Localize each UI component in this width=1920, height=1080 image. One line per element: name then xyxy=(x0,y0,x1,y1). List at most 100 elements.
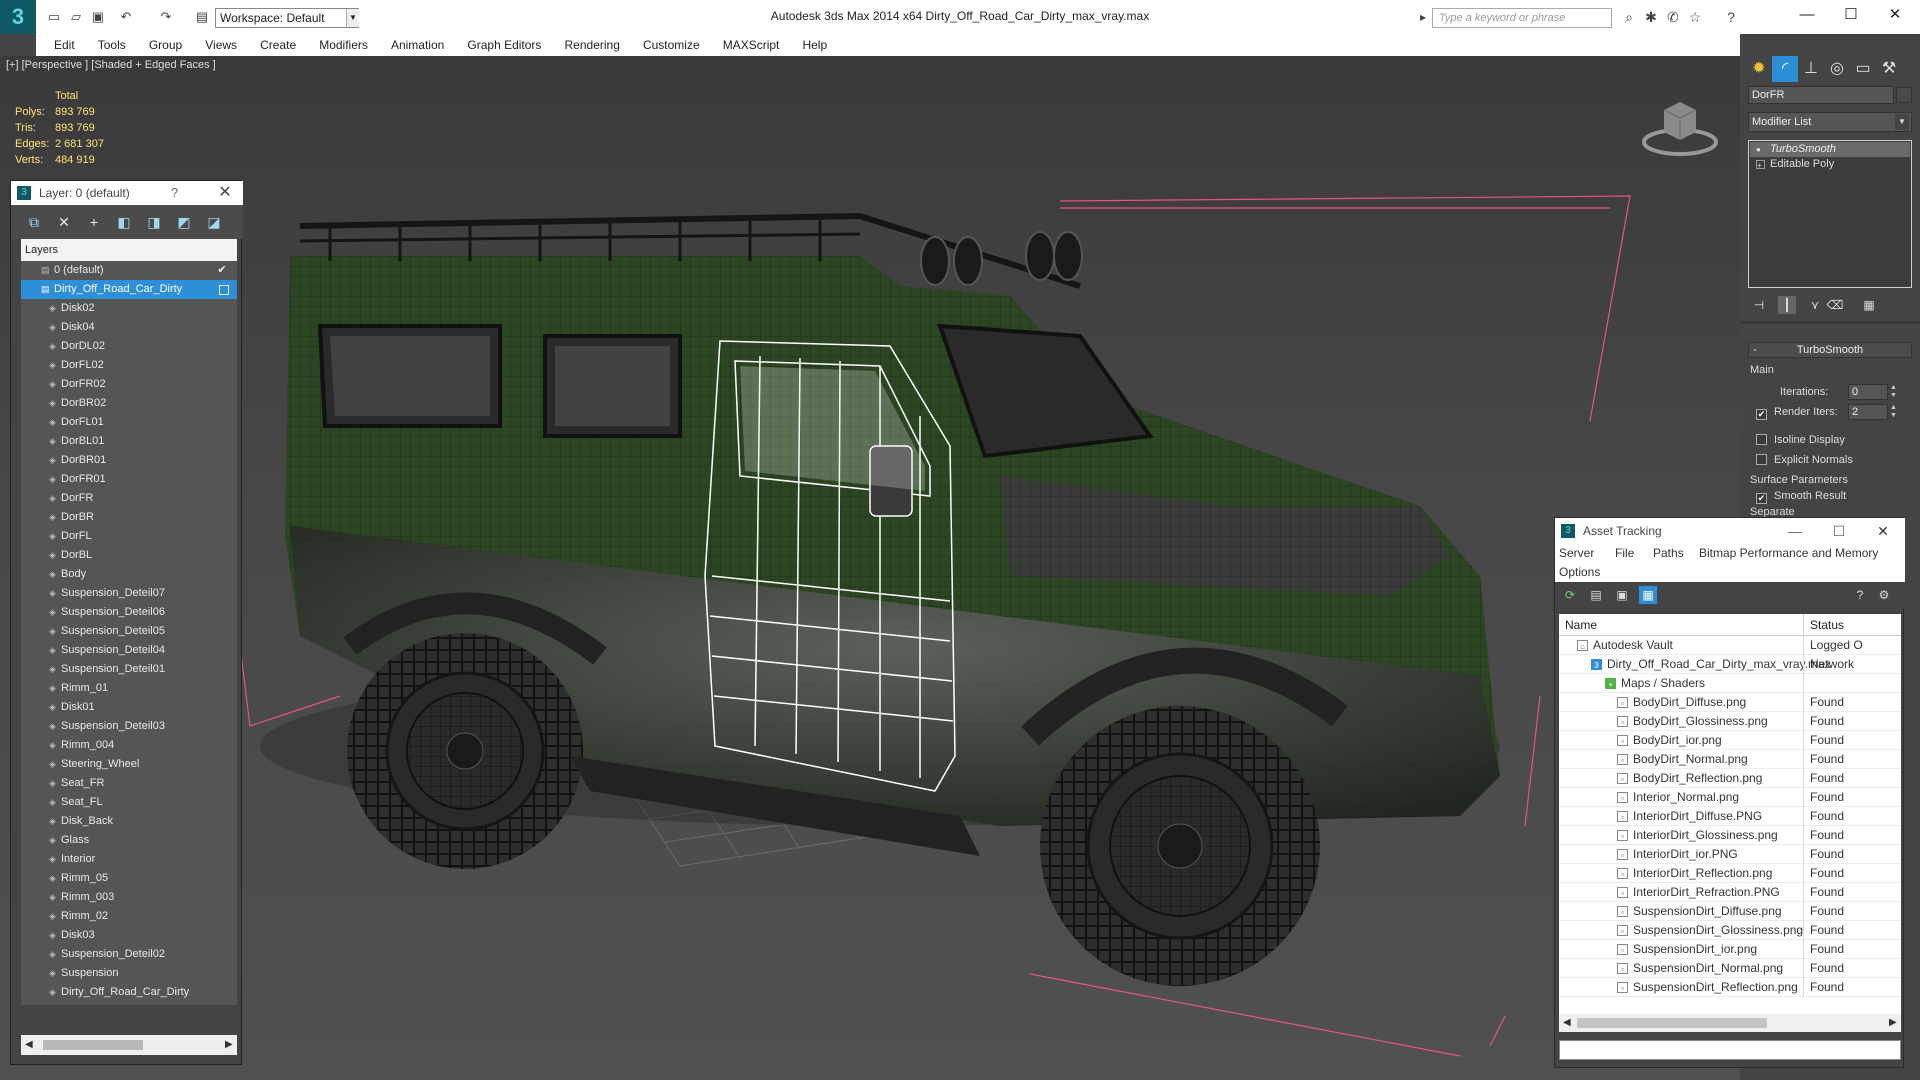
project-folder-icon[interactable]: ▤ xyxy=(194,9,210,25)
set-current-layer-box[interactable] xyxy=(219,285,229,295)
layer-object-row[interactable]: ◈ DorFR xyxy=(21,489,237,508)
menu-options[interactable]: Options xyxy=(1559,563,1600,582)
search-input[interactable]: Type a keyword or phrase xyxy=(1432,8,1612,28)
minimize-icon[interactable]: — xyxy=(1784,0,1830,30)
binoculars-icon[interactable]: ⌕ xyxy=(1620,8,1638,26)
menu-animation[interactable]: Animation xyxy=(381,34,454,56)
layer-object-row[interactable]: ◈ DorFL xyxy=(21,527,237,546)
layer-object-row[interactable]: ◈ Suspension_Deteil05 xyxy=(21,622,237,641)
scroll-right-icon[interactable]: ▶ xyxy=(225,1037,235,1053)
viewport-label[interactable]: [+] [Perspective ] [Shaded + Edged Faces… xyxy=(6,59,216,71)
open-file-icon[interactable]: ▱ xyxy=(68,9,84,25)
asset-row[interactable]: ▫ BodyDirt_ior.png Found xyxy=(1559,731,1901,750)
layer-row-default[interactable]: ▤ 0 (default) ✔ xyxy=(21,261,237,280)
undo-icon[interactable]: ↶ xyxy=(118,9,134,25)
layer-object-row[interactable]: ◈ Interior xyxy=(21,850,237,869)
pin-stack-icon[interactable]: ⊣ xyxy=(1750,296,1768,314)
asset-row[interactable]: ▫ InteriorDirt_Glossiness.png Found xyxy=(1559,826,1901,845)
maximize-icon[interactable]: ☐ xyxy=(1819,518,1859,544)
maximize-icon[interactable]: ☐ xyxy=(1828,0,1874,30)
stack-item-turbosmooth[interactable]: ● TurboSmooth xyxy=(1750,142,1910,157)
car-scene[interactable] xyxy=(0,56,1740,1080)
object-name-field[interactable]: DorFR xyxy=(1748,86,1894,104)
layer-object-row[interactable]: ◈ DorBR01 xyxy=(21,451,237,470)
layer-object-row[interactable]: ◈ DorFL02 xyxy=(21,356,237,375)
asset-path-field[interactable] xyxy=(1559,1040,1901,1060)
render-iters-toggle[interactable]: ✔ Render Iters: xyxy=(1756,406,1838,420)
help-icon[interactable]: ? xyxy=(1722,8,1740,26)
spinner-arrows-icon[interactable]: ▲ ▼ xyxy=(1890,404,1900,420)
column-status-header[interactable]: Status xyxy=(1803,614,1901,636)
layer-object-row[interactable]: ◈ Suspension xyxy=(21,964,237,983)
checkbox-checked-icon[interactable]: ✔ xyxy=(1756,409,1767,420)
menu-modifiers[interactable]: Modifiers xyxy=(309,34,378,56)
layer-object-row[interactable]: ◈ Suspension_Deteil04 xyxy=(21,641,237,660)
menu-edit[interactable]: Edit xyxy=(44,34,85,56)
menu-paths[interactable]: Paths xyxy=(1653,544,1684,563)
menu-server[interactable]: Server xyxy=(1559,544,1594,563)
help-icon[interactable]: ? xyxy=(1851,586,1869,604)
scroll-left-icon[interactable]: ◀ xyxy=(1563,1016,1571,1030)
layer-object-row[interactable]: ◈ Disk02 xyxy=(21,299,237,318)
app-logo-icon[interactable]: 3 xyxy=(0,0,36,34)
layers-column-header[interactable]: Layers xyxy=(21,239,237,261)
asset-row[interactable]: ▫ SuspensionDirt_Glossiness.png Found xyxy=(1559,921,1901,940)
layer-object-row[interactable]: ◈ DorDL02 xyxy=(21,337,237,356)
scroll-right-icon[interactable]: ▶ xyxy=(1889,1016,1897,1030)
layer-object-row[interactable]: ◈ Suspension_Deteil06 xyxy=(21,603,237,622)
asset-row[interactable]: ▪ Maps / Shaders xyxy=(1559,674,1901,693)
asset-table-scrollbar[interactable]: ◀ ▶ xyxy=(1559,1014,1901,1032)
object-color-swatch[interactable] xyxy=(1896,87,1912,103)
settings-icon[interactable]: ⚙ xyxy=(1875,586,1893,604)
layer-object-row[interactable]: ◈ DorFR01 xyxy=(21,470,237,489)
layer-object-row[interactable]: ◈ Dirty_Off_Road_Car_Dirty xyxy=(21,983,237,1002)
close-icon[interactable]: ✕ xyxy=(1863,518,1903,544)
layer-object-row[interactable]: ◈ DorBL xyxy=(21,546,237,565)
menu-maxscript[interactable]: MAXScript xyxy=(713,34,790,56)
checkbox-checked-icon[interactable]: ✔ xyxy=(1756,493,1767,504)
delete-layer-icon[interactable]: ✕ xyxy=(53,212,75,232)
help-icon[interactable]: ? xyxy=(171,181,191,205)
turbosmooth-rollout-header[interactable]: - TurboSmooth xyxy=(1748,342,1912,358)
stack-item-editable-poly[interactable]: + Editable Poly xyxy=(1750,157,1910,172)
layer-object-row[interactable]: ◈ Disk03 xyxy=(21,926,237,945)
thumbnail-view-icon[interactable]: ▣ xyxy=(1613,586,1631,604)
menu-tools[interactable]: Tools xyxy=(88,34,136,56)
layer-object-row[interactable]: ◈ Seat_FL xyxy=(21,793,237,812)
checkbox-icon[interactable] xyxy=(1756,454,1767,465)
layer-list-scrollbar[interactable]: ◀ ▶ xyxy=(21,1035,237,1055)
layer-object-row[interactable]: ◈ Rimm_02 xyxy=(21,907,237,926)
lightbulb-icon[interactable]: ● xyxy=(1756,145,1765,154)
refresh-icon[interactable]: ⟳ xyxy=(1561,586,1579,604)
hide-layers-icon[interactable]: ◩ xyxy=(173,212,195,232)
asset-row[interactable]: ▫ BodyDirt_Normal.png Found xyxy=(1559,750,1901,769)
layer-object-row[interactable]: ◈ Rimm_01 xyxy=(21,679,237,698)
subscription-icon[interactable]: ✱ xyxy=(1642,8,1660,26)
make-unique-icon[interactable]: ⋎ xyxy=(1806,296,1824,314)
asset-row[interactable]: ▫ SuspensionDirt_ior.png Found xyxy=(1559,940,1901,959)
collapse-icon[interactable]: - xyxy=(1753,343,1757,357)
layer-object-row[interactable]: ◈ Disk_Back xyxy=(21,812,237,831)
layer-object-row[interactable]: ◈ DorFL01 xyxy=(21,413,237,432)
menu-bitmap-performance[interactable]: Bitmap Performance and Memory xyxy=(1699,544,1878,563)
search-expand-icon[interactable]: ▶ xyxy=(1420,8,1432,28)
layer-object-row[interactable]: ◈ Rimm_05 xyxy=(21,869,237,888)
layer-object-row[interactable]: ◈ Body xyxy=(21,565,237,584)
redo-icon[interactable]: ↷ xyxy=(158,9,174,25)
iterations-spinner[interactable]: 0 xyxy=(1848,384,1888,400)
smooth-result-toggle[interactable]: ✔ Smooth Result xyxy=(1756,490,1846,504)
layer-object-row[interactable]: ◈ DorBR xyxy=(21,508,237,527)
new-file-icon[interactable]: ▭ xyxy=(46,9,62,25)
scroll-left-icon[interactable]: ◀ xyxy=(25,1037,35,1053)
workspace-dropdown[interactable]: Workspace: Default xyxy=(215,8,359,28)
save-file-icon[interactable]: ▣ xyxy=(90,9,106,25)
menu-graph-editors[interactable]: Graph Editors xyxy=(457,34,551,56)
layer-object-row[interactable]: ◈ Suspension_Deteil01 xyxy=(21,660,237,679)
menu-create[interactable]: Create xyxy=(250,34,306,56)
checkbox-icon[interactable] xyxy=(1756,434,1767,445)
chevron-down-icon[interactable]: ▼ xyxy=(1895,114,1909,130)
configure-sets-icon[interactable]: ▦ xyxy=(1860,296,1878,314)
modifier-list-dropdown[interactable]: Modifier List ▼ xyxy=(1748,112,1912,132)
close-icon[interactable]: ✕ xyxy=(1872,0,1918,30)
add-to-layer-icon[interactable]: + xyxy=(83,212,105,232)
